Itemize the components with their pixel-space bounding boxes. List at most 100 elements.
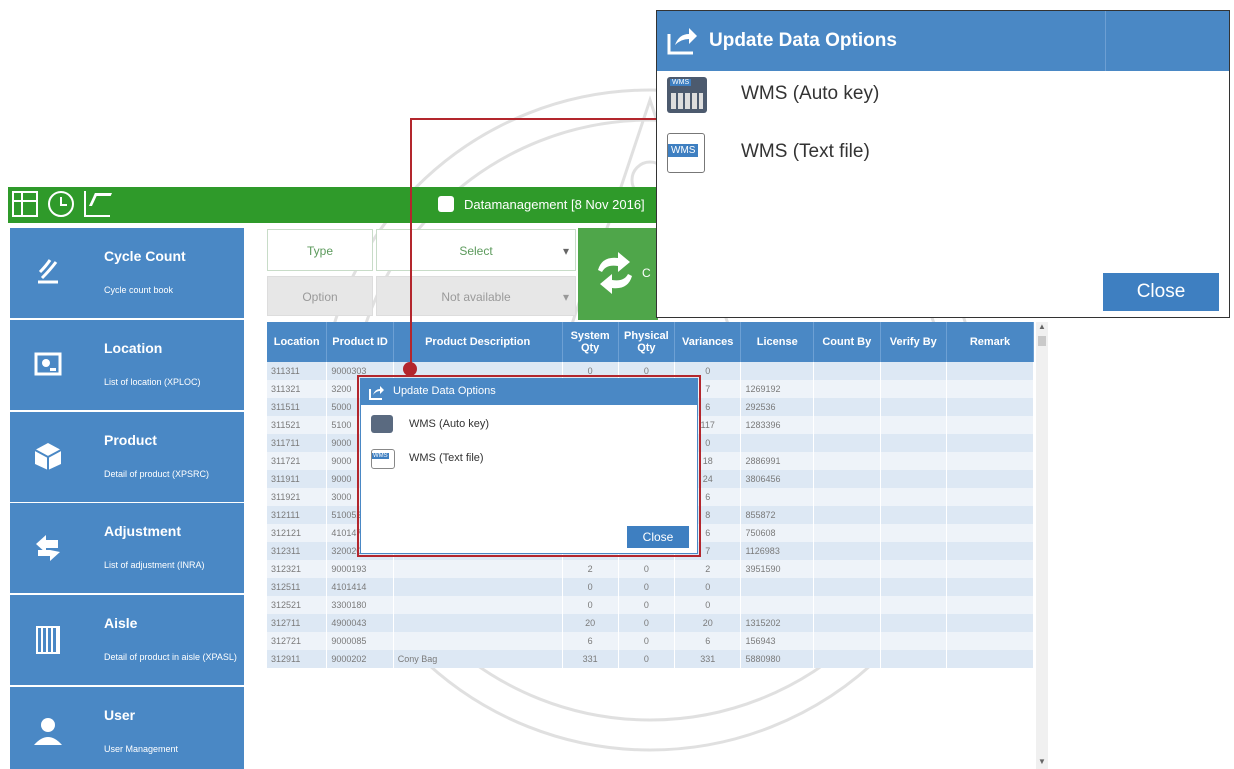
option-wms-text-file[interactable]: WMS WMS (Text file): [667, 129, 1087, 173]
connector-dot: [403, 362, 417, 376]
table-cell: 4101414: [326, 578, 394, 596]
history-icon[interactable]: [48, 191, 74, 217]
table-cell: 0: [618, 560, 675, 578]
table-cell: [880, 596, 948, 614]
table-cell: [946, 632, 1034, 650]
table-cell: 311521: [267, 416, 328, 434]
scroll-thumb[interactable]: [1038, 336, 1046, 346]
table-cell: [813, 614, 881, 632]
col-header-location[interactable]: Location: [267, 322, 328, 362]
table-cell: 292536: [740, 398, 815, 416]
table-cell: [946, 470, 1034, 488]
table-cell: [880, 560, 948, 578]
table-cell: 2: [674, 560, 742, 578]
table-cell: 311511: [267, 398, 328, 416]
table-cell: [946, 614, 1034, 632]
table-row[interactable]: 312711 4900043 20 0 20 1315202: [267, 614, 1034, 632]
table-cell: 1126983: [740, 542, 815, 560]
scroll-down-icon[interactable]: ▼: [1036, 757, 1048, 769]
table-cell: 311721: [267, 452, 328, 470]
table-cell: [393, 560, 563, 578]
sidebar-item-adjustment[interactable]: Adjustment List of adjustment (INRA): [10, 503, 244, 593]
table-cell: 312321: [267, 560, 328, 578]
table-cell: 156943: [740, 632, 815, 650]
table-cell: [946, 578, 1034, 596]
signal-icon: [38, 259, 58, 284]
col-header-remark[interactable]: Remark: [946, 322, 1034, 362]
table-cell: [813, 398, 881, 416]
table-cell: [946, 488, 1034, 506]
table-cell: [880, 650, 948, 668]
table-cell: 855872: [740, 506, 815, 524]
col-header-count-by[interactable]: Count By: [813, 322, 881, 362]
share-export-icon[interactable]: [84, 191, 113, 217]
table-cell: 3300180: [326, 596, 394, 614]
col-header-physical-qty[interactable]: Physical Qty: [618, 322, 675, 362]
table-cell: 0: [674, 578, 742, 596]
header-divider: [1105, 11, 1106, 71]
sidebar-item-user[interactable]: User User Management: [10, 687, 244, 769]
table-cell: [880, 542, 948, 560]
table-cell: 0: [618, 614, 675, 632]
table-cell: [880, 380, 948, 398]
table-cell: [946, 542, 1034, 560]
top-bar: Datamanagement [8 Nov 2016]: [8, 187, 728, 223]
database-icon: [438, 196, 454, 212]
table-row[interactable]: 312321 9000193 2 0 2 3951590: [267, 560, 1034, 578]
col-header-system-qty[interactable]: System Qty: [562, 322, 619, 362]
sidebar-item-product[interactable]: Product Detail of product (XPSRC): [10, 412, 244, 502]
option-wms-auto-key[interactable]: WMS WMS (Auto key): [667, 73, 1087, 117]
type-field[interactable]: Type: [267, 229, 373, 271]
col-header-product-description[interactable]: Product Description: [393, 322, 563, 362]
sidebar-item-cycle-count[interactable]: Cycle Count Cycle count book: [10, 228, 244, 318]
option-dropdown[interactable]: Not available ▾: [376, 276, 576, 316]
scroll-up-icon[interactable]: ▲: [1036, 322, 1048, 334]
table-cell: 0: [618, 632, 675, 650]
grid-icon[interactable]: [12, 191, 38, 217]
table-cell: [946, 416, 1034, 434]
col-header-variances[interactable]: Variances: [674, 322, 742, 362]
table-row[interactable]: 312911 9000202 Cony Bag 331 0 331 5880980: [267, 650, 1034, 668]
table-cell: [813, 578, 881, 596]
highlight-box: [357, 375, 701, 557]
option-button[interactable]: Option: [267, 276, 373, 316]
close-button[interactable]: Close: [1103, 273, 1219, 311]
table-cell: 312111: [267, 506, 328, 524]
select-dropdown[interactable]: Select ▾: [376, 229, 576, 271]
table-row[interactable]: 312511 4101414 0 0 0: [267, 578, 1034, 596]
table-cell: [946, 596, 1034, 614]
table-cell: 312711: [267, 614, 328, 632]
table-cell: 311311: [267, 362, 328, 380]
table-cell: [880, 506, 948, 524]
table-cell: [880, 452, 948, 470]
table-cell: 311711: [267, 434, 328, 452]
table-cell: [813, 542, 881, 560]
table-cell: [880, 524, 948, 542]
table-header-row: Location Product ID Product Description …: [267, 322, 1034, 362]
sidebar-item-subtitle: List of adjustment (INRA): [104, 560, 205, 570]
table-cell: [946, 524, 1034, 542]
table-cell: [880, 632, 948, 650]
table-cell: 312521: [267, 596, 328, 614]
table-cell: 2: [562, 560, 619, 578]
table-cell: 0: [562, 578, 619, 596]
table-row[interactable]: 312721 9000085 6 0 6 156943: [267, 632, 1034, 650]
sidebar-item-aisle[interactable]: Aisle Detail of product in aisle (XPASL): [10, 595, 244, 685]
table-cell: 0: [618, 650, 675, 668]
table-row[interactable]: 312521 3300180 0 0 0: [267, 596, 1034, 614]
col-header-product-id[interactable]: Product ID: [326, 322, 394, 362]
table-cell: 331: [674, 650, 742, 668]
table-cell: [813, 560, 881, 578]
col-header-license[interactable]: License: [740, 322, 815, 362]
table-cell: [813, 470, 881, 488]
sidebar-item-title: Adjustment: [104, 523, 181, 539]
sidebar-item-location[interactable]: Location List of location (XPLOC): [10, 320, 244, 410]
table-cell: 331: [562, 650, 619, 668]
sync-button[interactable]: C: [578, 228, 658, 320]
table-cell: [813, 596, 881, 614]
table-cell: 20: [562, 614, 619, 632]
table-scrollbar[interactable]: ▲ ▼: [1036, 322, 1048, 769]
table-cell: [946, 650, 1034, 668]
table-cell: [813, 380, 881, 398]
col-header-verify-by[interactable]: Verify By: [880, 322, 948, 362]
